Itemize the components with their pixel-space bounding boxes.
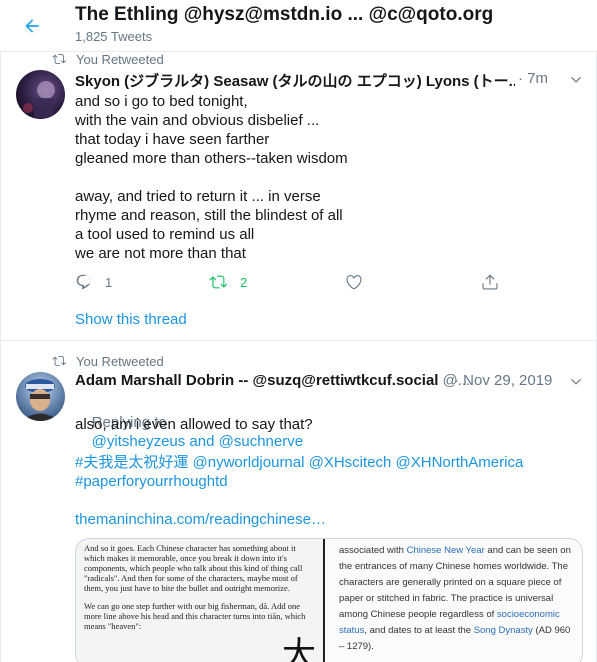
tweet-text: and so i go to bed tonight, with the vai… [75,93,348,262]
tweet-time[interactable]: · Nov 29, 2019 [454,372,552,389]
avatar[interactable] [16,70,65,119]
avatar[interactable] [16,372,65,421]
card-right-text: associated with [339,545,407,556]
back-button[interactable] [18,12,46,40]
tweet-count: 1,825 Tweets [75,29,153,44]
tweet-text: also, am i even allowed to say that? [75,416,313,433]
share-icon [482,274,498,290]
display-name[interactable]: Adam Marshall Dobrin -- @suzq@rettiwtkcu… [75,372,438,389]
hashtag-link[interactable]: #paperforyourrhoughtd [75,472,228,491]
back-arrow-icon [25,19,39,33]
retweet-label: You Retweeted [76,51,164,67]
card-image-right: associated with Chinese New Year and can… [325,539,582,662]
hashtags-mentions-line[interactable]: #夫我是太祝好運 @nyworldjournal @XHscitech @XHN… [75,453,523,472]
retweet-icon [52,52,68,66]
tweet-time[interactable]: · 7m [518,70,548,87]
tweet-menu-button[interactable] [568,374,584,390]
card-right-text: , and dates to at least the [364,625,474,636]
share-button[interactable] [481,273,499,291]
show-thread-link[interactable]: Show this thread [75,311,187,328]
tweet-menu-button[interactable] [568,72,584,88]
retweet-label: You Retweeted [76,353,164,369]
reply-icon [76,274,91,290]
top-header: The Ethling @hysz@mstdn.io ... @c@qoto.o… [0,0,597,52]
tweet-divider [0,340,597,341]
tweet[interactable]: You Retweeted Adam Marshall Dobrin -- @s… [0,352,597,662]
card-right-link: Song Dynasty [473,625,533,636]
retweet-button[interactable]: 2 [208,273,247,291]
avatar-image [22,379,59,421]
replying-to-users[interactable]: @yitsheyzeus and @suchnerve [92,433,303,450]
retweet-indicator: You Retweeted [52,353,164,369]
link-preview-card[interactable]: And so it goes. Each Chinese character h… [75,538,583,662]
chevron-down-icon [571,76,581,83]
avatar-image [23,81,55,118]
reply-button[interactable]: 1 [75,273,112,291]
chevron-down-icon [571,378,581,385]
card-right-link: Chinese New Year [406,545,485,556]
retweet-indicator: You Retweeted [52,51,164,67]
retweet-icon [209,275,228,289]
tweet[interactable]: You Retweeted Skyon (ジブラルタ) Seasaw (タルの山… [0,52,597,342]
profile-title: The Ethling @hysz@mstdn.io ... @c@qoto.o… [75,4,494,25]
retweet-count: 2 [240,274,248,290]
tweet-url-link[interactable]: themaninchina.com/readingchinese… [75,510,326,529]
retweet-icon [52,354,68,368]
display-name[interactable]: Skyon (ジブラルタ) Seasaw (タルの山の エプコッ) Lyons … [75,70,515,91]
reply-count: 1 [105,274,113,290]
like-button[interactable] [345,273,363,291]
chinese-character: 大 [282,635,316,662]
card-left-paragraph: And so it goes. Each Chinese character h… [84,543,303,593]
like-icon [346,275,362,290]
